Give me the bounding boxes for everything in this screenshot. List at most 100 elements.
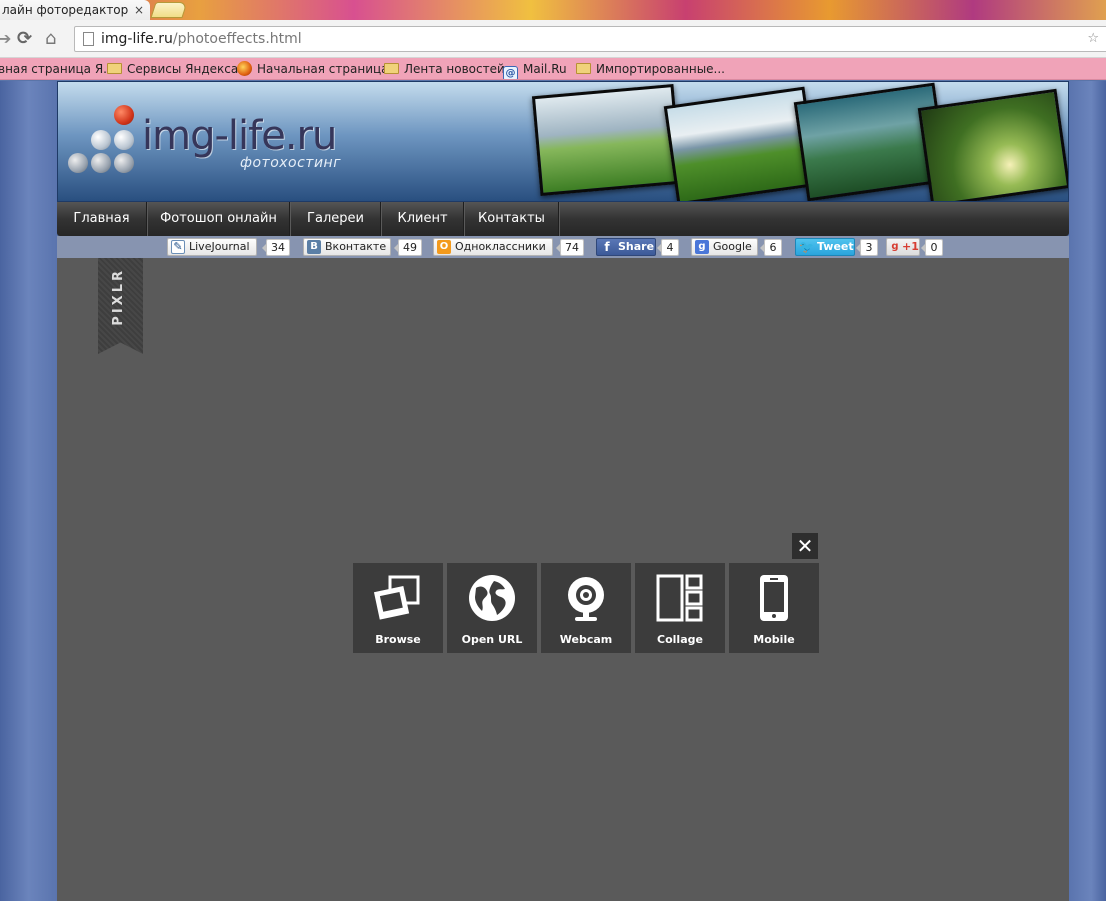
webcam-icon <box>568 577 604 621</box>
share-label: Google <box>713 240 752 253</box>
odnoklassniki-icon: О <box>437 240 451 254</box>
bookmark-label: Лента новостей <box>404 62 505 76</box>
tile-label: Mobile <box>753 633 795 646</box>
page-icon <box>83 32 94 46</box>
share-count: 74 <box>556 239 584 256</box>
google-plus-icon: g <box>891 241 899 252</box>
tab-title: лайн фоторедактор с <box>2 3 128 17</box>
folder-icon <box>384 63 399 74</box>
mailru-icon: @ <box>503 66 518 79</box>
bookmarks-bar: вная страница Я... Сервисы Яндекса Начал… <box>0 58 1106 80</box>
navigation-bar: ➔ ⟳ ⌂ img-life.ru/photoeffects.html ☆ <box>0 20 1106 58</box>
url-text: img-life.ru/photoeffects.html <box>101 27 302 51</box>
browse-button[interactable]: Browse <box>353 563 443 653</box>
bookmark-star-icon[interactable]: ☆ <box>1087 27 1099 51</box>
open-url-button[interactable]: Open URL <box>447 563 537 653</box>
bookmark-label: Сервисы Яндекса <box>127 62 239 76</box>
twitter-icon: 🐦 <box>799 240 814 254</box>
logo-dot <box>91 130 111 150</box>
menu-item-home[interactable]: Главная <box>57 202 147 236</box>
share-facebook-button[interactable]: f Share <box>596 238 656 256</box>
logo-dot <box>114 153 134 173</box>
share-bar: ✎ LiveJournal 34 В Вконтакте 49 О Однокл… <box>57 236 1069 258</box>
collage-button[interactable]: Collage <box>635 563 725 653</box>
logo-dot <box>68 153 88 173</box>
webcam-button[interactable]: Webcam <box>541 563 631 653</box>
share-count: 49 <box>394 239 422 256</box>
logo-dot <box>91 153 111 173</box>
page-background-left <box>0 81 57 901</box>
share-count: 3 <box>856 239 878 256</box>
page-background-right <box>1069 81 1106 901</box>
mobile-icon <box>760 575 788 621</box>
header-photo <box>917 88 1068 201</box>
share-label: Вконтакте <box>325 240 387 253</box>
bookmark-item[interactable]: @ Mail.Ru <box>503 58 567 79</box>
share-count: 4 <box>657 239 679 256</box>
bookmark-label: вная страница Я... <box>0 62 115 76</box>
bookmark-item[interactable]: Сервисы Яндекса <box>107 58 239 79</box>
home-icon[interactable]: ⌂ <box>45 29 56 49</box>
browse-icon <box>373 575 420 620</box>
share-twitter-button[interactable]: 🐦 Tweet <box>795 238 855 256</box>
mobile-button[interactable]: Mobile <box>729 563 819 653</box>
folder-icon <box>107 63 122 74</box>
bookmark-item[interactable]: вная страница Я... <box>0 58 115 79</box>
tile-label: Open URL <box>461 633 523 646</box>
bookmark-item[interactable]: Импортированные... <box>576 58 725 79</box>
reload-icon[interactable]: ⟳ <box>17 29 32 49</box>
close-icon[interactable]: ✕ <box>792 533 818 559</box>
tile-label: Collage <box>657 633 703 646</box>
logo-dot <box>114 130 134 150</box>
vk-icon: В <box>307 240 321 254</box>
bookmark-item[interactable]: Начальная страница <box>237 58 389 79</box>
firefox-icon <box>237 61 252 76</box>
address-bar[interactable]: img-life.ru/photoeffects.html ☆ <box>74 26 1106 52</box>
share-label: LiveJournal <box>189 240 250 253</box>
tile-label: Webcam <box>559 633 613 646</box>
header-photo <box>531 84 683 196</box>
menu-item-photoshop-online[interactable]: Фотошоп онлайн <box>148 202 290 236</box>
tile-label: Browse <box>375 633 421 646</box>
share-label: Tweet <box>817 240 854 253</box>
share-google-button[interactable]: g Google <box>691 238 758 256</box>
globe-icon <box>469 575 515 621</box>
new-tab-button[interactable] <box>150 2 188 18</box>
share-odnoklassniki-button[interactable]: О Одноклассники <box>433 238 553 256</box>
pixlr-editor-area: PIXLR ✕ Browse Open URL Webcam Collage M… <box>57 258 1069 901</box>
livejournal-icon: ✎ <box>171 240 185 254</box>
menu-item-client[interactable]: Клиент <box>382 202 464 236</box>
share-label: +1 <box>902 240 919 253</box>
share-count: 0 <box>921 239 943 256</box>
collage-icon <box>656 574 703 622</box>
share-label: Share <box>618 240 655 253</box>
bookmark-label: Начальная страница <box>257 62 389 76</box>
tab-strip: лайн фоторедактор с × <box>0 0 1106 20</box>
share-count: 6 <box>760 239 782 256</box>
menu-item-galleries[interactable]: Галереи <box>291 202 381 236</box>
share-livejournal-button[interactable]: ✎ LiveJournal <box>167 238 257 256</box>
pixlr-ribbon-label: PIXLR <box>111 268 126 326</box>
site-header: img-life.ru фотохостинг <box>57 81 1069 202</box>
share-count: 34 <box>262 239 290 256</box>
share-google-plus-button[interactable]: g +1 <box>886 238 920 256</box>
main-menu: Главная Фотошоп онлайн Галереи Клиент Ко… <box>57 202 1069 236</box>
share-vkontakte-button[interactable]: В Вконтакте <box>303 238 391 256</box>
logo-text: img-life.ru <box>142 113 337 159</box>
facebook-icon: f <box>604 240 610 254</box>
google-icon: g <box>695 240 709 254</box>
bookmark-item[interactable]: Лента новостей <box>384 58 505 79</box>
bookmark-label: Импортированные... <box>596 62 725 76</box>
logo-tagline: фотохостинг <box>240 155 342 171</box>
share-label: Одноклассники <box>455 240 546 253</box>
folder-icon <box>576 63 591 74</box>
pixlr-ribbon[interactable]: PIXLR <box>98 258 143 354</box>
logo-dot-red <box>114 105 134 125</box>
tab-close-icon[interactable]: × <box>134 0 144 20</box>
forward-icon[interactable]: ➔ <box>0 29 11 49</box>
url-host: img-life.ru <box>101 31 173 47</box>
bookmark-label: Mail.Ru <box>523 62 567 76</box>
menu-item-contacts[interactable]: Контакты <box>465 202 559 236</box>
url-path: /photoeffects.html <box>172 31 302 47</box>
active-tab[interactable]: лайн фоторедактор с × <box>0 0 150 20</box>
